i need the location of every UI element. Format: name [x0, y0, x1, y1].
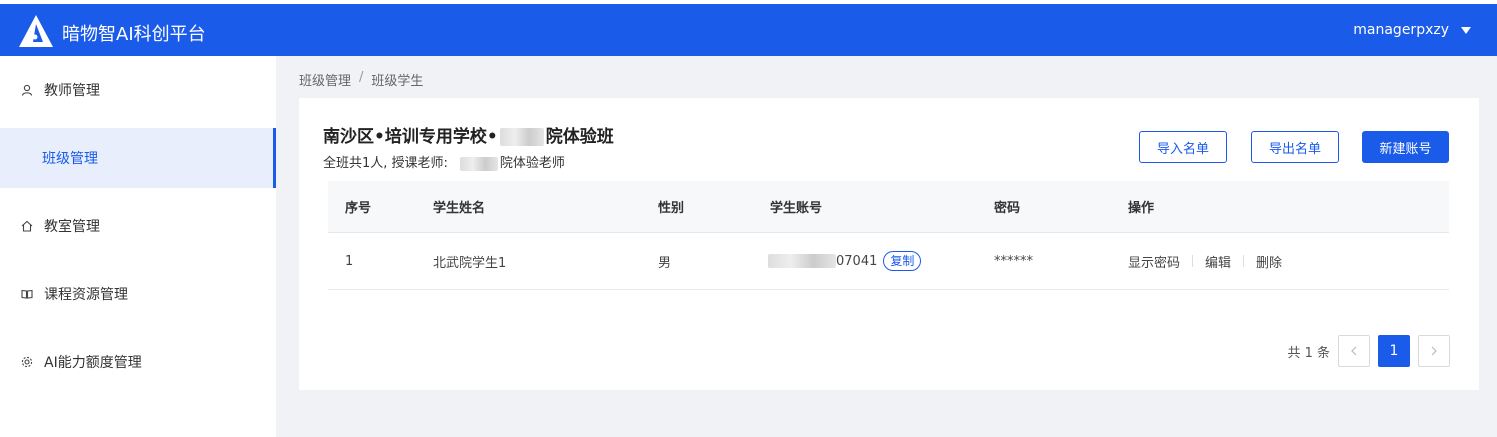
- class-summary: 全班共1人, 授课老师: 院体验老师: [323, 152, 565, 171]
- home-icon: [20, 219, 34, 233]
- row-account: 07041 复制: [768, 251, 922, 271]
- row-password: ******: [994, 253, 1033, 269]
- sidebar-item-class[interactable]: 班级管理: [0, 128, 276, 188]
- export-list-button[interactable]: 导出名单: [1251, 131, 1339, 163]
- sidebar-item-label: 课程资源管理: [44, 287, 128, 303]
- redacted-block: [499, 128, 544, 146]
- table-row: 1 北武院学生1 男 07041 复制 ****** 显示密码 编辑 删除: [328, 233, 1449, 290]
- header-actions: 操作: [1128, 201, 1155, 216]
- sidebar-item-ai-quota[interactable]: AI能力额度管理: [0, 332, 276, 392]
- student-table: 序号 学生姓名 性别 学生账号 密码 操作 1 北武院学生1 男 07041 复…: [328, 181, 1449, 290]
- top-navbar: 暗物智AI科创平台 managerpxzy: [0, 4, 1497, 56]
- copy-button[interactable]: 复制: [883, 251, 922, 271]
- sidebar: 教师管理 班级管理 教室管理 课程资源管理 AI能力额度管理: [0, 56, 276, 437]
- import-list-button[interactable]: 导入名单: [1139, 131, 1227, 163]
- class-title-suffix: 院体验班: [545, 127, 614, 147]
- app-title: 暗物智AI科创平台: [62, 24, 206, 45]
- redacted-block: [459, 156, 498, 171]
- breadcrumb-class-manage[interactable]: 班级管理: [299, 70, 351, 89]
- class-title: 南沙区•培训专用学校• 院体验班: [323, 122, 614, 147]
- row-gender: 男: [658, 255, 672, 271]
- chevron-right-icon[interactable]: [1418, 335, 1450, 367]
- sidebar-item-label: 教室管理: [44, 219, 100, 235]
- breadcrumb: 班级管理 / 班级学生: [299, 70, 423, 89]
- edit-link[interactable]: 编辑: [1205, 252, 1231, 271]
- header-name: 学生姓名: [433, 201, 486, 216]
- logo-icon: [19, 15, 53, 47]
- row-student-name: 北武院学生1: [433, 255, 507, 271]
- divider: [1243, 255, 1245, 267]
- row-account-suffix: 07041: [836, 253, 878, 269]
- class-title-prefix: 南沙区•培训专用学校•: [323, 127, 498, 147]
- caret-down-icon[interactable]: [1461, 26, 1471, 34]
- pagination: 共 1 条 1: [1287, 335, 1450, 367]
- class-summary-prefix: 全班共1人, 授课老师:: [323, 156, 448, 171]
- redacted-block: [768, 254, 836, 268]
- sidebar-item-course[interactable]: 课程资源管理: [0, 264, 276, 324]
- header-index: 序号: [345, 201, 372, 216]
- sidebar-item-label: 班级管理: [42, 151, 98, 167]
- row-index: 1: [345, 253, 354, 269]
- book-icon: [20, 287, 34, 301]
- page-number-current[interactable]: 1: [1378, 335, 1410, 367]
- table-header: 序号 学生姓名 性别 学生账号 密码 操作: [328, 181, 1449, 233]
- header-gender: 性别: [658, 201, 685, 216]
- sidebar-item-label: AI能力额度管理: [44, 355, 142, 371]
- sidebar-item-classroom[interactable]: 教室管理: [0, 196, 276, 256]
- content-card: 南沙区•培训专用学校• 院体验班 全班共1人, 授课老师: 院体验老师 导入名单 导…: [299, 98, 1479, 390]
- username: managerpxzy: [1353, 22, 1449, 38]
- breadcrumb-separator: /: [359, 70, 364, 85]
- show-password-link[interactable]: 显示密码: [1128, 252, 1180, 271]
- user-icon: [20, 83, 34, 97]
- user-menu[interactable]: managerpxzy: [1353, 22, 1471, 38]
- breadcrumb-class-students: 班级学生: [371, 74, 424, 89]
- chevron-left-icon[interactable]: [1338, 335, 1370, 367]
- class-summary-suffix: 院体验老师: [499, 156, 565, 171]
- pagination-total: 共 1 条: [1287, 345, 1330, 361]
- row-actions: 显示密码 编辑 删除: [1128, 252, 1282, 271]
- delete-link[interactable]: 删除: [1256, 252, 1282, 271]
- header-account: 学生账号: [770, 201, 823, 216]
- divider: [1192, 255, 1194, 267]
- new-account-button[interactable]: 新建账号: [1362, 131, 1449, 163]
- sidebar-item-teacher[interactable]: 教师管理: [0, 60, 276, 120]
- gear-icon: [20, 355, 34, 369]
- header-password: 密码: [994, 201, 1021, 216]
- sidebar-item-label: 教师管理: [44, 83, 100, 99]
